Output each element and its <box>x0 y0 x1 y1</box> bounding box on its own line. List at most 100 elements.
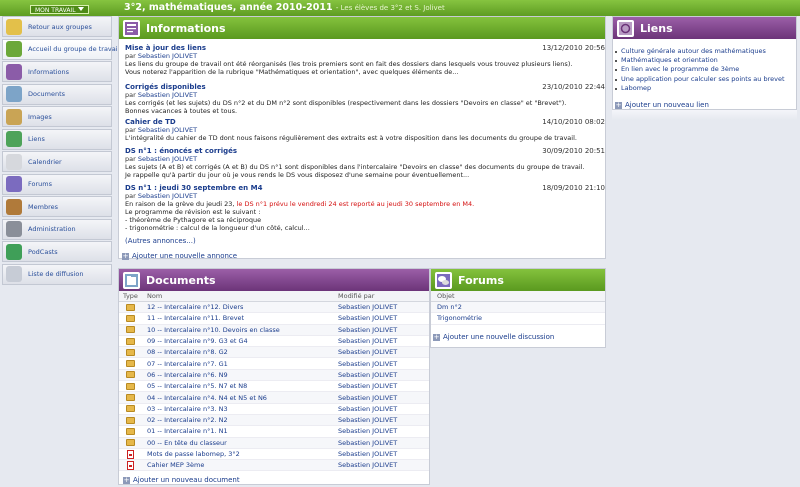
calendar-icon <box>6 153 22 170</box>
document-modified-by[interactable]: Sebastien JOLIVET <box>330 450 397 458</box>
lien-item[interactable]: Mathématiques et orientation <box>613 56 796 65</box>
col-type[interactable]: Type <box>119 292 143 300</box>
document-name[interactable]: 11 -- Intercalaire n°11. Brevet <box>143 314 330 322</box>
sidebar-item-link[interactable]: Liens <box>2 128 112 150</box>
news-title[interactable]: Corrigés disponibles <box>125 83 605 91</box>
sidebar-item-calendar[interactable]: Calendrier <box>2 151 112 172</box>
author-link[interactable]: Sebastien JOLIVET <box>138 91 197 99</box>
table-row[interactable]: Mots de passe labomep, 3°2 Sebastien JOLI… <box>119 449 429 461</box>
document-name[interactable]: 03 -- Intercalaire n°3. N3 <box>143 405 330 413</box>
document-name[interactable]: 01 -- Intercalaire n°1. N1 <box>143 427 330 435</box>
sidebar-item-mailing-list[interactable]: Liste de diffusion <box>2 263 112 285</box>
author-link[interactable]: Sebastien JOLIVET <box>138 52 197 60</box>
document-name[interactable]: Cahier MEP 3ème <box>143 461 330 469</box>
table-row[interactable]: 04 -- Intercalaire n°4. N4 et N5 et N6 Se… <box>119 392 429 404</box>
document-name[interactable]: 10 -- Intercalaire n°10. Devoirs en clas… <box>143 326 330 334</box>
table-row[interactable]: 11 -- Intercalaire n°11. Brevet Sebastien… <box>119 313 429 325</box>
document-name[interactable]: 04 -- Intercalaire n°4. N4 et N5 et N6 <box>143 394 330 402</box>
forum-row[interactable]: Dm n°2 <box>431 302 605 314</box>
document-modified-by[interactable]: Sebastien JOLIVET <box>330 382 397 390</box>
document-name[interactable]: 00 -- En tête du classeur <box>143 439 330 447</box>
document-modified-by[interactable]: Sebastien JOLIVET <box>330 303 397 311</box>
lien-item[interactable]: Culture générale autour des mathématique… <box>613 47 796 56</box>
home-icon <box>6 41 22 57</box>
lien-item[interactable]: En lien avec le programme de 3ème <box>613 65 796 74</box>
table-row[interactable]: 09 -- Intercalaire n°9. G3 et G4 Sebastie… <box>119 336 429 348</box>
add-discussion-link[interactable]: Ajouter une nouvelle discussion <box>433 333 554 341</box>
document-modified-by[interactable]: Sebastien JOLIVET <box>330 416 397 424</box>
col-name[interactable]: Nom <box>143 292 330 300</box>
document-name[interactable]: Mots de passe labomep, 3°2 <box>143 450 330 458</box>
info-icon <box>6 63 22 80</box>
news-title[interactable]: Mise à jour des liens <box>125 44 605 52</box>
forums-table: Dm n°2 Trigonométrie <box>431 302 605 325</box>
lien-item[interactable]: Labomep <box>613 84 796 93</box>
lien-item[interactable]: Une application pour calculer ses points… <box>613 75 796 84</box>
table-row[interactable]: 00 -- En tête du classeur Sebastien JOLIV… <box>119 437 429 449</box>
news-title[interactable]: DS n°1 : énoncés et corrigés <box>125 147 605 155</box>
forum-row[interactable]: Trigonométrie <box>431 313 605 325</box>
col-objet[interactable]: Objet <box>431 292 455 300</box>
table-row[interactable]: 06 -- Intercalaire n°6. N9 Sebastien JOLI… <box>119 369 429 382</box>
document-name[interactable]: 06 -- Intercalaire n°6. N9 <box>143 371 330 379</box>
document-name[interactable]: 08 -- Intercalaire n°8. G2 <box>143 348 330 356</box>
sidebar-item-label: Informations <box>28 67 70 76</box>
document-name[interactable]: 02 -- Intercalaire n°2. N2 <box>143 416 330 424</box>
document-name[interactable]: 09 -- Intercalaire n°9. G3 et G4 <box>143 337 330 345</box>
folder-icon <box>126 427 135 435</box>
document-modified-by[interactable]: Sebastien JOLIVET <box>330 461 397 469</box>
images-icon <box>6 108 22 125</box>
mon-travail-menu[interactable]: MON TRAVAIL <box>30 5 89 14</box>
table-row[interactable]: 10 -- Intercalaire n°10. Devoirs en clas… <box>119 324 429 336</box>
add-annonce-link[interactable]: Ajouter une nouvelle annonce <box>122 252 237 260</box>
document-modified-by[interactable]: Sebastien JOLIVET <box>330 371 397 379</box>
document-modified-by[interactable]: Sebastien JOLIVET <box>330 427 397 435</box>
sidebar-item-members[interactable]: Membres <box>2 196 112 217</box>
table-row[interactable]: 03 -- Intercalaire n°3. N3 Sebastien JOLI… <box>119 404 429 415</box>
table-row[interactable]: 02 -- Intercalaire n°2. N2 Sebastien JOLI… <box>119 414 429 427</box>
document-modified-by[interactable]: Sebastien JOLIVET <box>330 360 397 368</box>
table-row[interactable]: 07 -- Intercalaire n°7. G1 Sebastien JOLI… <box>119 358 429 370</box>
sidebar-item-info[interactable]: Informations <box>2 61 112 82</box>
autres-annonces-link[interactable]: (Autres annonces...) <box>125 237 196 245</box>
sidebar-item-label: Calendrier <box>28 157 62 166</box>
author-link[interactable]: Sebastien JOLIVET <box>138 155 197 163</box>
document-modified-by[interactable]: Sebastien JOLIVET <box>330 337 397 345</box>
liens-header: Liens <box>613 17 796 39</box>
author-link[interactable]: Sebastien JOLIVET <box>138 126 197 134</box>
news-author: par Sebastien JOLIVET <box>125 91 605 99</box>
forums-header: Forums <box>431 269 605 291</box>
news-item: Mise à jour des liens 13/12/2010 20:56 par… <box>125 44 605 76</box>
sidebar-item-forums[interactable]: Forums <box>2 173 112 195</box>
table-row[interactable]: 08 -- Intercalaire n°8. G2 Sebastien JOLI… <box>119 347 429 359</box>
forum-subject[interactable]: Dm n°2 <box>437 303 462 311</box>
document-name[interactable]: 05 -- Intercalaire n°5. N7 et N8 <box>143 382 330 390</box>
document-modified-by[interactable]: Sebastien JOLIVET <box>330 439 397 447</box>
table-row[interactable]: Cahier MEP 3ème Sebastien JOLIVET <box>119 460 429 472</box>
document-modified-by[interactable]: Sebastien JOLIVET <box>330 348 397 356</box>
sidebar-item-back-arrow[interactable]: Retour aux groupes <box>2 16 112 37</box>
sidebar-item-podcast[interactable]: PodCasts <box>2 241 112 262</box>
table-row[interactable]: 05 -- Intercalaire n°5. N7 et N8 Sebastie… <box>119 381 429 393</box>
document-modified-by[interactable]: Sebastien JOLIVET <box>330 394 397 402</box>
mailing-list-icon <box>6 266 22 282</box>
document-name[interactable]: 07 -- Intercalaire n°7. G1 <box>143 360 330 368</box>
document-modified-by[interactable]: Sebastien JOLIVET <box>330 405 397 413</box>
document-modified-by[interactable]: Sebastien JOLIVET <box>330 314 397 322</box>
table-row[interactable]: 12 -- Intercalaire n°12. Divers Sebastien… <box>119 302 429 314</box>
table-row[interactable]: 01 -- Intercalaire n°1. N1 Sebastien JOLI… <box>119 426 429 438</box>
col-modified[interactable]: Modifié par <box>330 292 374 300</box>
sidebar-item-administration[interactable]: Administration <box>2 218 112 240</box>
sidebar-item-images[interactable]: Images <box>2 106 112 127</box>
author-link[interactable]: Sebastien JOLIVET <box>138 192 197 200</box>
news-title[interactable]: Cahier de TD <box>125 118 605 126</box>
add-lien-link[interactable]: Ajouter un nouveau lien <box>615 101 709 109</box>
news-title[interactable]: DS n°1 : jeudi 30 septembre en M4 <box>125 184 605 192</box>
folder-icon <box>126 382 135 390</box>
document-name[interactable]: 12 -- Intercalaire n°12. Divers <box>143 303 330 311</box>
document-modified-by[interactable]: Sebastien JOLIVET <box>330 326 397 334</box>
sidebar-item-documents[interactable]: Documents <box>2 83 112 105</box>
add-document-link[interactable]: Ajouter un nouveau document <box>123 476 240 484</box>
forum-subject[interactable]: Trigonométrie <box>437 314 482 322</box>
sidebar-item-home[interactable]: Accueil du groupe de travail <box>2 38 119 60</box>
